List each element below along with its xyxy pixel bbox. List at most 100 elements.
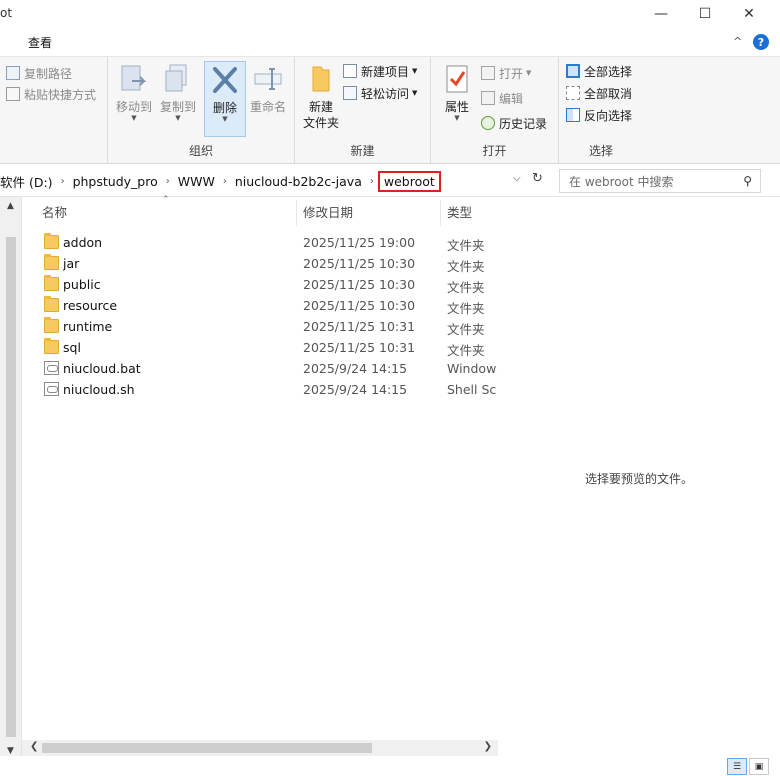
scroll-thumb[interactable] [6, 237, 16, 737]
status-bar: ☰ ▣ [0, 756, 780, 776]
edit-button[interactable]: 编辑 [481, 88, 523, 108]
open-group: 属性 ▼ 打开 ▼ 编辑 历史记录 打开 [431, 57, 559, 163]
open-icon [481, 66, 495, 80]
select-all-button[interactable]: 全部选择 [566, 61, 632, 81]
new-group: 新建 文件夹 新建项目 ▼ 轻松访问 ▼ 新建 [295, 57, 431, 163]
select-none-button[interactable]: 全部取消 [566, 83, 632, 103]
folder-icon [44, 296, 59, 312]
file-name: public [63, 277, 101, 292]
crumb-separator[interactable]: › [59, 176, 67, 187]
search-placeholder: 在 webroot 中搜索 [569, 174, 674, 189]
crumb-separator[interactable]: › [368, 176, 376, 187]
ribbon: 复制路径 粘贴快捷方式 移动到 ▼ 复制到 ▼ 删除 ▼ 重命名 组织 新建 文… [0, 56, 780, 164]
crumb-separator[interactable]: › [221, 176, 229, 187]
maximize-button[interactable]: ☐ [682, 0, 728, 28]
paste-shortcut-icon [6, 87, 20, 101]
move-to-button[interactable]: 移动到 ▼ [112, 63, 156, 122]
scroll-left-icon[interactable]: ❮ [30, 741, 38, 752]
folder-icon [44, 254, 59, 270]
scroll-down-icon[interactable]: ▼ [7, 746, 14, 756]
search-box[interactable]: 在 webroot 中搜索 ⚲ [559, 169, 761, 193]
copy-path-icon [6, 66, 20, 80]
details-view-icon[interactable]: ☰ [727, 758, 747, 775]
paste-shortcut-button[interactable]: 粘贴快捷方式 [6, 84, 96, 104]
rename-button[interactable]: 重命名 [246, 63, 290, 115]
file-name: niucloud.sh [63, 382, 135, 397]
invert-selection-icon [566, 108, 580, 122]
file-type: 文件夹 [447, 301, 485, 316]
horizontal-scrollbar[interactable]: ❮ ❯ [22, 740, 498, 756]
navigation-pane-scrollbar[interactable]: ▲ ▼ [0, 197, 22, 760]
file-type: 文件夹 [447, 322, 485, 337]
crumb-phpstudy[interactable]: phpstudy_pro [67, 174, 164, 189]
select-all-icon [566, 64, 580, 78]
close-button[interactable]: ✕ [726, 0, 772, 28]
file-name: jar [63, 256, 80, 271]
file-date: 2025/9/24 14:15 [303, 361, 408, 376]
history-button[interactable]: 历史记录 [481, 113, 547, 133]
file-row[interactable]: niucloud.sh 2025/9/24 14:15 Shell Scr [22, 379, 498, 400]
copy-path-label: 复制路径 [24, 66, 73, 81]
folder-icon [44, 338, 59, 354]
crumb-niucloud[interactable]: niucloud-b2b2c-java [229, 174, 368, 189]
file-row[interactable]: addon 2025/11/25 19:00 文件夹 [22, 232, 498, 253]
search-icon[interactable]: ⚲ [743, 174, 752, 188]
scroll-thumb[interactable] [42, 743, 372, 753]
column-header-name[interactable]: 名称 [36, 200, 296, 226]
file-date: 2025/11/25 10:30 [303, 256, 416, 271]
new-item-button[interactable]: 新建项目 ▼ [343, 61, 417, 81]
file-row[interactable]: resource 2025/11/25 10:30 文件夹 [22, 295, 498, 316]
breadcrumb[interactable]: 软件 (D:) › phpstudy_pro › WWW › niucloud-… [0, 169, 530, 193]
crumb-separator[interactable]: › [164, 176, 172, 187]
open-group-label: 打开 [482, 144, 507, 158]
file-type: 文件夹 [447, 280, 485, 295]
delete-button[interactable]: 删除 ▼ [204, 61, 246, 137]
delete-icon [209, 64, 241, 96]
copy-to-icon [162, 63, 194, 95]
history-label: 历史记录 [499, 116, 548, 131]
file-row[interactable]: jar 2025/11/25 10:30 文件夹 [22, 253, 498, 274]
easy-access-button[interactable]: 轻松访问 ▼ [343, 83, 417, 103]
column-header-type[interactable]: 类型 [441, 200, 497, 226]
scroll-right-icon[interactable]: ❯ [484, 741, 492, 752]
address-history-dropdown-icon[interactable]: ⌵ [513, 173, 521, 184]
crumb-drive[interactable]: 软件 (D:) [0, 172, 59, 191]
new-folder-icon [305, 63, 337, 95]
select-group-label: 选择 [588, 144, 613, 158]
copy-path-button[interactable]: 复制路径 [6, 63, 72, 83]
crumb-current-folder[interactable]: webroot [377, 170, 441, 192]
copy-to-button[interactable]: 复制到 ▼ [156, 63, 200, 122]
window-title: ot [0, 6, 13, 20]
open-button[interactable]: 打开 ▼ [481, 63, 531, 83]
file-row[interactable]: public 2025/11/25 10:30 文件夹 [22, 274, 498, 295]
large-icons-view-icon[interactable]: ▣ [749, 758, 769, 775]
file-type: Windows [447, 361, 497, 376]
new-group-label: 新建 [350, 144, 375, 158]
ribbon-tab-row: 查看 ^ ? [0, 28, 780, 56]
select-all-label: 全部选择 [584, 64, 633, 79]
collapse-ribbon-icon[interactable]: ^ [733, 35, 742, 48]
refresh-icon[interactable]: ↻ [532, 171, 543, 186]
file-row[interactable]: niucloud.bat 2025/9/24 14:15 Windows [22, 358, 498, 379]
scroll-up-icon[interactable]: ▲ [7, 201, 14, 211]
move-to-icon [118, 63, 150, 95]
invert-selection-button[interactable]: 反向选择 [566, 105, 632, 125]
help-icon[interactable]: ? [753, 34, 769, 50]
file-type: Shell Scr [447, 382, 497, 397]
folder-icon [44, 233, 59, 249]
crumb-www[interactable]: WWW [172, 174, 221, 189]
title-bar: ot — ☐ ✕ [0, 0, 780, 28]
file-name: runtime [63, 319, 113, 334]
easy-access-icon [343, 86, 357, 100]
minimize-button[interactable]: — [638, 0, 684, 28]
tab-view[interactable]: 查看 [20, 34, 60, 51]
file-row[interactable]: runtime 2025/11/25 10:31 文件夹 [22, 316, 498, 337]
new-item-icon [343, 64, 357, 78]
file-row[interactable]: sql 2025/11/25 10:31 文件夹 [22, 337, 498, 358]
column-header-date[interactable]: 修改日期 [297, 200, 440, 226]
new-folder-button[interactable]: 新建 文件夹 [299, 63, 343, 131]
new-item-label: 新建项目 [361, 64, 410, 79]
properties-button[interactable]: 属性 ▼ [435, 63, 479, 122]
file-type: 文件夹 [447, 259, 485, 274]
folder-icon [44, 275, 59, 291]
